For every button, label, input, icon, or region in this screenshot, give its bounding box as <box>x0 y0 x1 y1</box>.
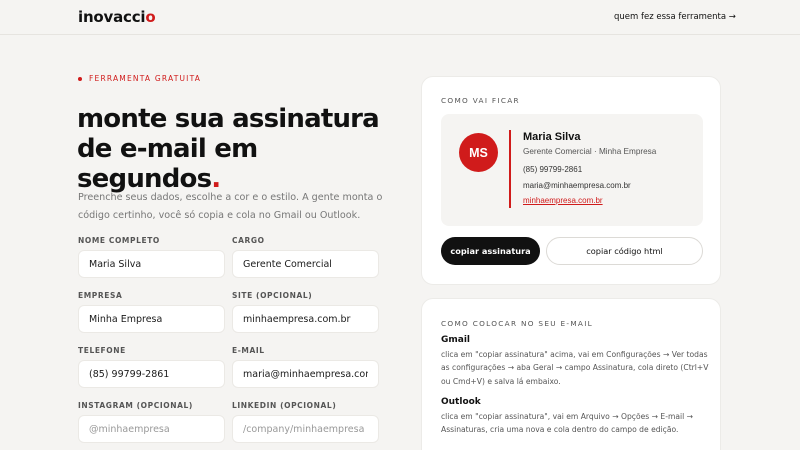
instructions-eyebrow: COMO COLOCAR NO SEU E-MAIL <box>441 319 594 328</box>
gmail-title: Gmail <box>441 335 471 345</box>
website-input[interactable] <box>232 305 379 333</box>
signature-email: maria@minhaempresa.com.br <box>523 181 631 190</box>
signature-preview: MS Maria Silva Gerente Comercial · Minha… <box>441 114 703 226</box>
headline-line-1: monte sua assinatura <box>77 104 380 134</box>
signature-divider <box>509 130 511 208</box>
avatar: MS <box>459 133 498 172</box>
website-label: SITE (OPCIONAL) <box>232 291 313 300</box>
eyebrow-bullet-icon <box>78 76 82 81</box>
linkedin-input[interactable] <box>232 415 379 443</box>
intro-text: Preenche seus dados, escolhe a cor e o e… <box>78 192 383 221</box>
instructions-card: COMO COLOCAR NO SEU E-MAIL Gmail clica e… <box>421 298 721 450</box>
outlook-instructions: clica em "copiar assinatura", vai em Arq… <box>441 412 694 435</box>
full-name-label: NOME COMPLETO <box>78 236 160 245</box>
instagram-input[interactable] <box>78 415 225 443</box>
logo-accent: o <box>145 8 156 26</box>
credits-link[interactable]: quem fez essa ferramenta → <box>614 12 736 22</box>
full-name-input[interactable] <box>78 250 225 278</box>
phone-label: TELEFONE <box>78 346 126 355</box>
job-title-input[interactable] <box>232 250 379 278</box>
top-bar: inovaccio quem fez essa ferramenta → <box>0 0 800 35</box>
logo-text: inovacci <box>78 8 146 26</box>
gmail-instructions: clica em "copiar assinatura" acima, vai … <box>441 350 709 386</box>
company-input[interactable] <box>78 305 225 333</box>
preview-eyebrow: COMO VAI FICAR <box>441 96 520 105</box>
preview-card: COMO VAI FICAR MS Maria Silva Gerente Co… <box>421 76 721 285</box>
outlook-title: Outlook <box>441 397 481 407</box>
company-label: EMPRESA <box>78 291 123 300</box>
job-title-label: CARGO <box>232 236 265 245</box>
copy-html-button[interactable]: copiar código html <box>546 237 703 265</box>
headline-line-2: de e-mail em segundos <box>77 134 258 194</box>
email-label: E-MAIL <box>232 346 265 355</box>
email-input[interactable] <box>232 360 379 388</box>
instagram-label: INSTAGRAM (OPCIONAL) <box>78 401 193 410</box>
eyebrow-text: FERRAMENTA GRATUITA <box>89 74 202 83</box>
copy-signature-button[interactable]: copiar assinatura <box>441 237 540 265</box>
linkedin-label: LINKEDIN (OPCIONAL) <box>232 401 337 410</box>
signature-role: Gerente Comercial · Minha Empresa <box>523 147 657 156</box>
tool-eyebrow: FERRAMENTA GRATUITA <box>78 74 201 83</box>
signature-phone: (85) 99799-2861 <box>523 165 583 174</box>
page-title: monte sua assinatura de e-mail em segund… <box>77 104 407 194</box>
logo[interactable]: inovaccio <box>78 8 156 26</box>
signature-site-link[interactable]: minhaempresa.com.br <box>523 196 603 205</box>
signature-name: Maria Silva <box>523 131 581 143</box>
phone-input[interactable] <box>78 360 225 388</box>
